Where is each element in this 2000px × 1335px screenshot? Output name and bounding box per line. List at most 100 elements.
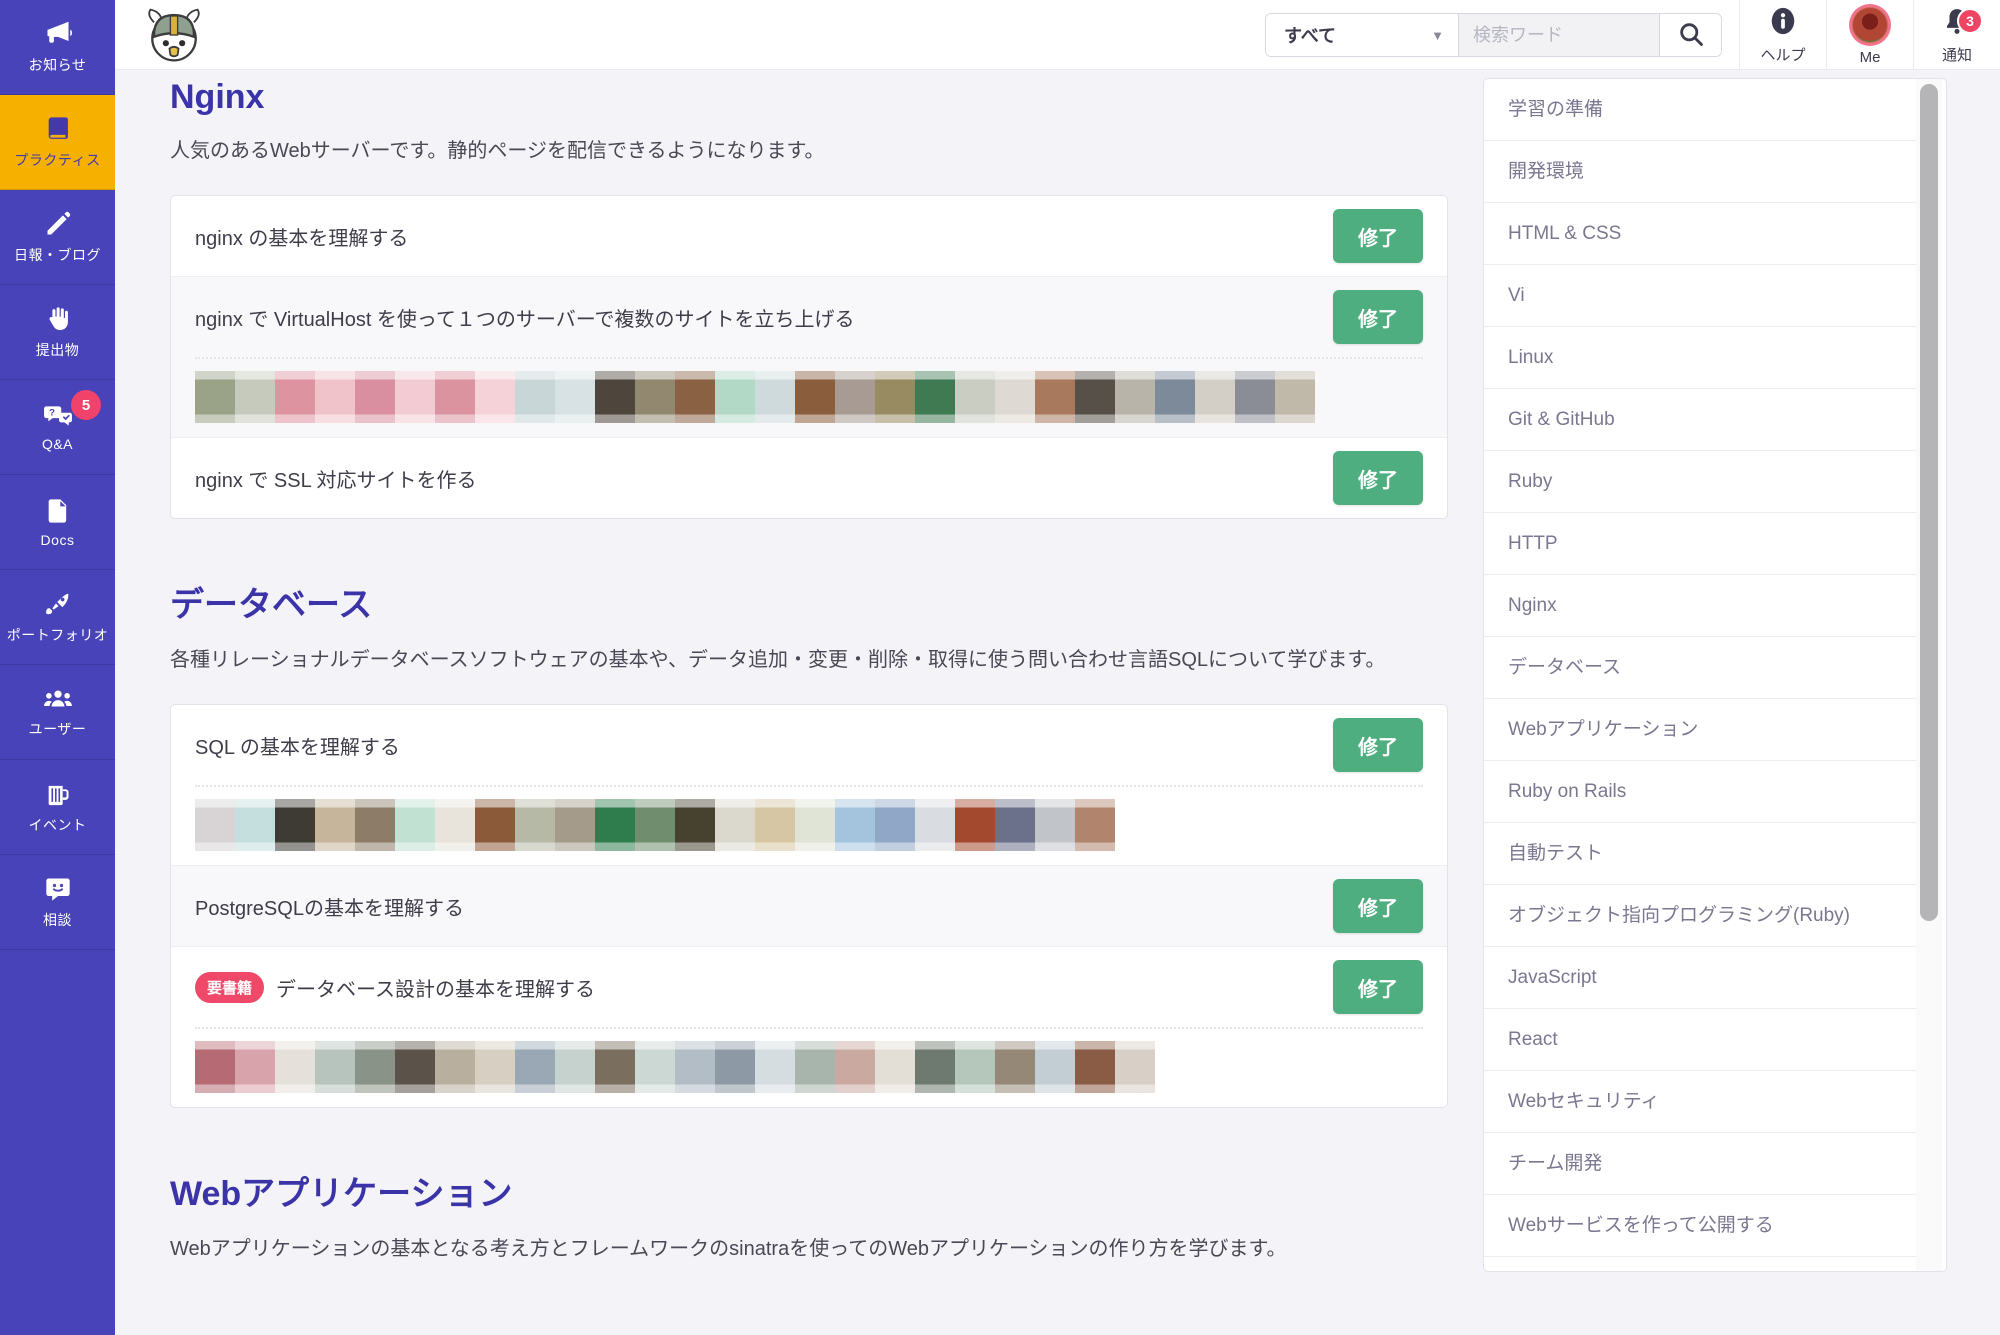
avatar-cell[interactable] <box>515 1041 555 1093</box>
avatar-cell[interactable] <box>555 799 595 851</box>
avatar-cell[interactable] <box>395 799 435 851</box>
category-item[interactable]: 自動テスト <box>1484 823 1919 885</box>
sidebar-item-相談[interactable]: 相談 <box>0 855 115 950</box>
avatar-cell[interactable] <box>875 1041 915 1093</box>
avatar-cell[interactable] <box>475 371 515 423</box>
category-item[interactable]: React <box>1484 1009 1919 1071</box>
avatar-cell[interactable] <box>995 371 1035 423</box>
practice-title[interactable]: nginx で VirtualHost を使って１つのサーバーで複数のサイトを立… <box>195 303 855 332</box>
avatar-cell[interactable] <box>235 371 275 423</box>
scrollbar-thumb[interactable] <box>1920 84 1938 921</box>
search-button[interactable] <box>1659 14 1721 56</box>
avatar-cell[interactable] <box>435 1041 475 1093</box>
avatar-cell[interactable] <box>995 1041 1035 1093</box>
category-item[interactable]: Webアプリケーション <box>1484 699 1919 761</box>
avatar-cell[interactable] <box>395 1041 435 1093</box>
category-item[interactable]: Git & GitHub <box>1484 389 1919 451</box>
avatar-cell[interactable] <box>715 1041 755 1093</box>
practice-title[interactable]: SQL の基本を理解する <box>195 731 400 760</box>
category-item[interactable]: 学習の準備 <box>1484 79 1919 141</box>
avatar-cell[interactable] <box>1115 371 1155 423</box>
avatar-cell[interactable] <box>275 1041 315 1093</box>
avatar-cell[interactable] <box>1195 371 1235 423</box>
avatar-cell[interactable] <box>235 799 275 851</box>
avatar-cell[interactable] <box>635 799 675 851</box>
avatar-cell[interactable] <box>195 799 235 851</box>
avatar-cell[interactable] <box>555 371 595 423</box>
avatar-cell[interactable] <box>675 371 715 423</box>
avatar-cell[interactable] <box>635 1041 675 1093</box>
avatar-cell[interactable] <box>715 799 755 851</box>
category-item[interactable]: Webセキュリティ <box>1484 1071 1919 1133</box>
sidebar-item-ユーザー[interactable]: ユーザー <box>0 665 115 760</box>
avatar-cell[interactable] <box>875 799 915 851</box>
category-item[interactable]: HTTP <box>1484 513 1919 575</box>
practice-title[interactable]: PostgreSQLの基本を理解する <box>195 892 464 921</box>
avatar-cell[interactable] <box>395 371 435 423</box>
complete-button[interactable]: 修了 <box>1333 209 1423 263</box>
avatar-cell[interactable] <box>515 799 555 851</box>
avatar-cell[interactable] <box>1035 1041 1075 1093</box>
avatar-cell[interactable] <box>795 371 835 423</box>
viking-bird-logo[interactable] <box>145 6 203 64</box>
avatar-cell[interactable] <box>315 799 355 851</box>
avatar-cell[interactable] <box>955 1041 995 1093</box>
avatar-cell[interactable] <box>195 371 235 423</box>
category-item[interactable]: Ruby <box>1484 451 1919 513</box>
category-item[interactable]: Linux <box>1484 327 1919 389</box>
avatar-cell[interactable] <box>715 371 755 423</box>
avatar-cell[interactable] <box>1075 799 1115 851</box>
avatar-cell[interactable] <box>835 1041 875 1093</box>
category-item[interactable]: Vi <box>1484 265 1919 327</box>
avatar-cell[interactable] <box>315 371 355 423</box>
avatar-cell[interactable] <box>875 371 915 423</box>
sidebar-item-お知らせ[interactable]: お知らせ <box>0 0 115 95</box>
category-item[interactable]: 開発環境 <box>1484 141 1919 203</box>
sidebar-item-プラクティス[interactable]: プラクティス <box>0 95 115 190</box>
avatar-cell[interactable] <box>355 1041 395 1093</box>
complete-button[interactable]: 修了 <box>1333 290 1423 344</box>
avatar-cell[interactable] <box>675 1041 715 1093</box>
practice-title[interactable]: nginx の基本を理解する <box>195 222 408 251</box>
avatar-cell[interactable] <box>955 799 995 851</box>
avatar-cell[interactable] <box>595 799 635 851</box>
avatar-cell[interactable] <box>755 371 795 423</box>
category-item[interactable]: JavaScript <box>1484 947 1919 1009</box>
complete-button[interactable]: 修了 <box>1333 718 1423 772</box>
avatar-cell[interactable] <box>595 1041 635 1093</box>
sidebar-item-日報・ブログ[interactable]: 日報・ブログ <box>0 190 115 285</box>
avatar-cell[interactable] <box>1115 1041 1155 1093</box>
avatar-cell[interactable] <box>835 371 875 423</box>
avatar-cell[interactable] <box>1155 371 1195 423</box>
avatar-cell[interactable] <box>235 1041 275 1093</box>
avatar-cell[interactable] <box>475 799 515 851</box>
sidebar-item-Docs[interactable]: Docs <box>0 475 115 570</box>
avatar-cell[interactable] <box>315 1041 355 1093</box>
complete-button[interactable]: 修了 <box>1333 879 1423 933</box>
sidebar-item-ポートフォリオ[interactable]: ポートフォリオ <box>0 570 115 665</box>
avatar-cell[interactable] <box>795 799 835 851</box>
me-menu[interactable]: Me <box>1826 0 1913 70</box>
avatar-cell[interactable] <box>435 371 475 423</box>
sidebar-item-イベント[interactable]: イベント <box>0 760 115 855</box>
sidebar-item-提出物[interactable]: 提出物 <box>0 285 115 380</box>
avatar-cell[interactable] <box>915 799 955 851</box>
avatar-cell[interactable] <box>755 799 795 851</box>
avatar-cell[interactable] <box>355 371 395 423</box>
category-item[interactable]: データベース <box>1484 637 1919 699</box>
avatar-cell[interactable] <box>915 371 955 423</box>
avatar-cell[interactable] <box>275 371 315 423</box>
avatar-cell[interactable] <box>1075 371 1115 423</box>
avatar-cell[interactable] <box>795 1041 835 1093</box>
avatar-cell[interactable] <box>755 1041 795 1093</box>
avatar-cell[interactable] <box>1235 371 1275 423</box>
avatar-cell[interactable] <box>195 1041 235 1093</box>
avatar-cell[interactable] <box>515 371 555 423</box>
category-item[interactable]: オブジェクト指向プログラミング(Ruby) <box>1484 885 1919 947</box>
avatar-cell[interactable] <box>1075 1041 1115 1093</box>
help-button[interactable]: ヘルプ <box>1739 0 1826 70</box>
avatar-cell[interactable] <box>635 371 675 423</box>
avatar-cell[interactable] <box>355 799 395 851</box>
practice-title[interactable]: nginx で SSL 対応サイトを作る <box>195 464 477 493</box>
avatar-cell[interactable] <box>555 1041 595 1093</box>
